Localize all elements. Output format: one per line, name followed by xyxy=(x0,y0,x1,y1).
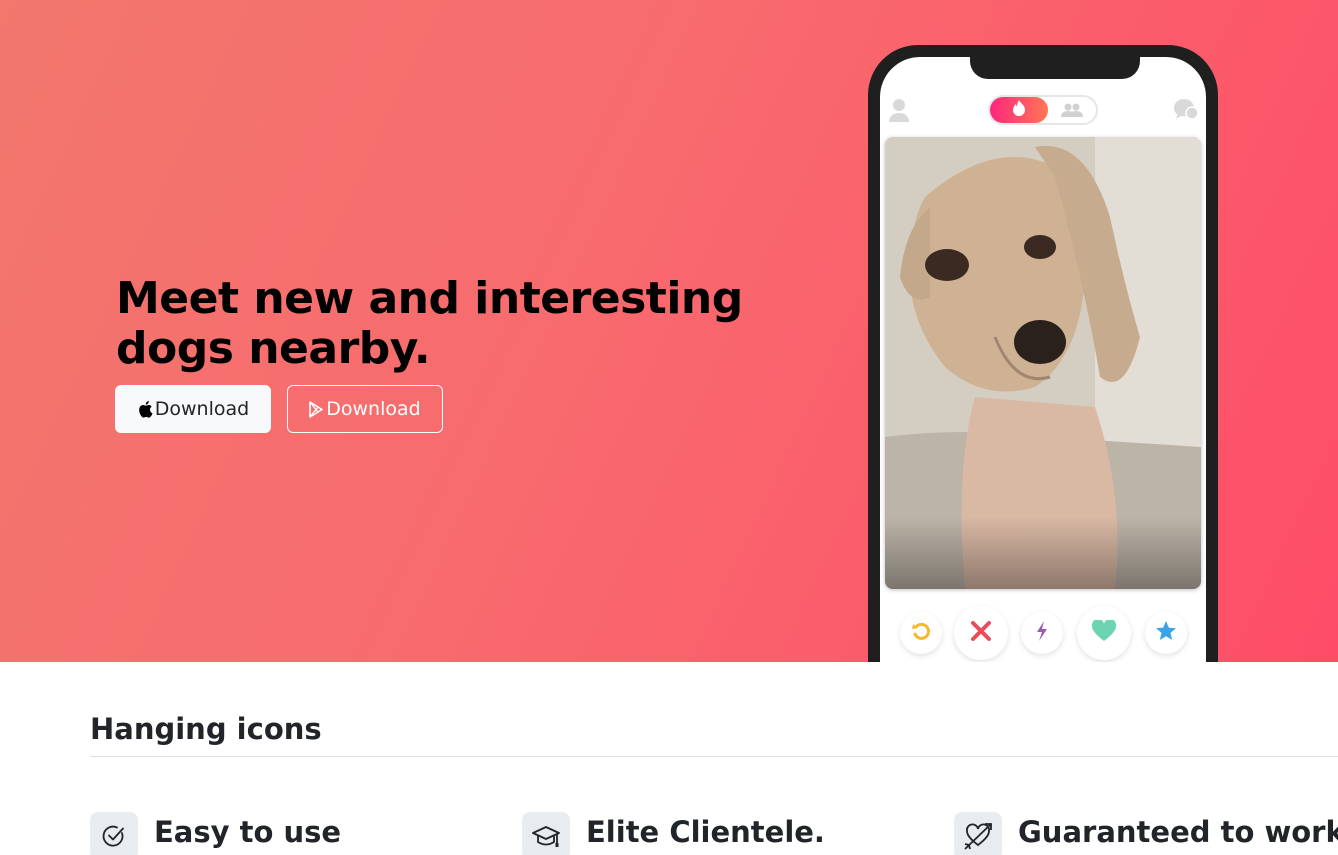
mortarboard-icon xyxy=(522,812,570,855)
flame-icon xyxy=(1012,99,1026,122)
like-button[interactable] xyxy=(1077,606,1131,660)
phone-screen xyxy=(880,57,1206,662)
rewind-button[interactable] xyxy=(900,612,942,654)
nope-icon xyxy=(969,619,993,648)
hero-section: Meet new and interesting dogs nearby. Do… xyxy=(0,0,1338,662)
google-play-download-label: Download xyxy=(326,398,421,420)
super-like-icon xyxy=(1155,620,1177,647)
phone-mockup xyxy=(868,45,1218,662)
discovery-toggle[interactable] xyxy=(988,95,1098,125)
swipe-actions xyxy=(880,602,1206,662)
rewind-icon xyxy=(910,620,932,647)
boost-icon xyxy=(1035,620,1049,647)
feature-title: Easy to use xyxy=(154,815,342,849)
feature-title: Guaranteed to work. xyxy=(1018,815,1338,849)
hero-headline: Meet new and interesting dogs nearby. xyxy=(116,273,743,374)
heart-arrow-icon xyxy=(954,812,1002,855)
apple-icon xyxy=(137,400,153,418)
group-icon xyxy=(1060,102,1084,123)
profile-icon xyxy=(888,97,910,128)
toggle-on xyxy=(990,97,1048,123)
boost-button[interactable] xyxy=(1021,612,1063,654)
apple-download-button[interactable]: Download xyxy=(115,385,271,433)
check-circle-icon xyxy=(90,812,138,855)
apple-download-label: Download xyxy=(154,398,250,420)
google-play-icon xyxy=(309,400,324,418)
feature-title: Elite Clientele. xyxy=(586,815,825,849)
nope-button[interactable] xyxy=(954,606,1008,660)
like-icon xyxy=(1091,618,1117,647)
super-like-button[interactable] xyxy=(1145,612,1187,654)
google-play-download-button[interactable]: Download xyxy=(287,385,443,433)
section-divider xyxy=(90,756,1338,757)
phone-notch xyxy=(970,57,1140,79)
section-title: Hanging icons xyxy=(90,712,322,746)
dog-photo[interactable] xyxy=(885,137,1201,589)
chat-icon xyxy=(1172,97,1200,128)
